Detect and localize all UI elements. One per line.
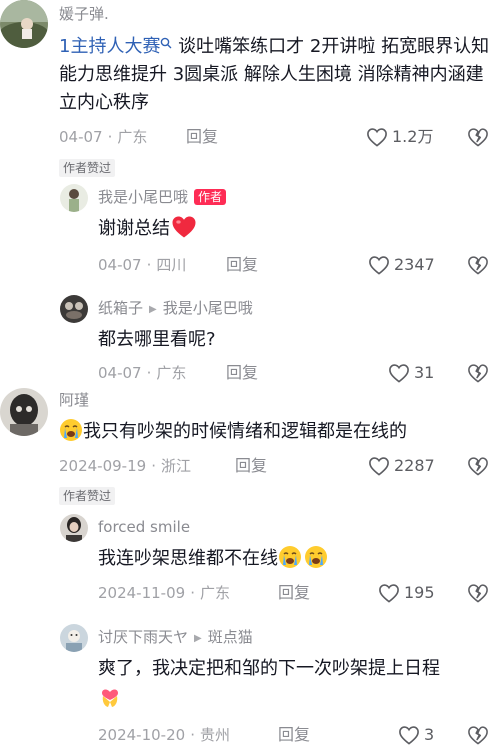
reply-meta: 04-07 · 广东 <box>98 364 187 382</box>
reply-location: 广东 <box>156 364 187 382</box>
reply-button[interactable]: 回复 <box>278 724 310 746</box>
reply-text: 爽了，我决定把和邹的下一次吵架提上日程 <box>98 658 440 679</box>
reply-location: 四川 <box>156 256 187 274</box>
reply-button[interactable]: 回复 <box>235 455 267 477</box>
reply-meta: 04-07 · 四川 <box>98 256 187 274</box>
avatar[interactable] <box>60 514 88 542</box>
reply-username-text[interactable]: 我是小尾巴哦 <box>98 188 188 206</box>
comment-location: 浙江 <box>160 457 191 475</box>
crying-emoji <box>279 546 301 568</box>
reply-to-arrow-icon: ▶ <box>149 304 157 315</box>
comment-meta: 04-07 · 广东 <box>59 128 148 146</box>
reply-text: 我连吵架思维都不在线 <box>98 548 278 569</box>
reply-username-text[interactable]: 纸箱子 <box>98 299 143 317</box>
like-count: 1.2万 <box>392 127 434 146</box>
reply-button[interactable]: 回复 <box>278 582 310 604</box>
comment-username[interactable]: 媛子弹. <box>59 4 109 24</box>
reply-date: 2024-10-20 <box>98 726 186 744</box>
comment-location: 广东 <box>117 128 148 146</box>
hashtag-link[interactable]: 1主持人大赛 <box>59 36 160 57</box>
heart-outline-icon <box>379 584 399 603</box>
reply-text: 谢谢总结 <box>98 218 170 239</box>
reply-username: 讨厌下雨天ヤ ▶ 斑点猫 <box>98 627 253 650</box>
reply-content: 都去哪里看呢? <box>98 329 216 350</box>
reply-location: 贵州 <box>199 726 230 744</box>
heart-outline-icon <box>367 128 387 147</box>
comment-date: 2024-09-19 <box>59 457 147 475</box>
like-count: 31 <box>414 363 435 382</box>
heart-outline-icon <box>369 457 389 476</box>
like-button[interactable]: 3 <box>398 724 434 746</box>
dislike-icon[interactable] <box>467 363 489 383</box>
search-icon[interactable] <box>160 36 172 57</box>
avatar[interactable] <box>60 295 88 323</box>
author-liked-badge: 作者赞过 <box>59 159 116 177</box>
comment-meta: 2024-09-19 · 浙江 <box>59 457 191 475</box>
reply-username-text[interactable]: 讨厌下雨天ヤ <box>98 628 188 646</box>
reply-username[interactable]: forced smile <box>98 517 190 537</box>
heart-hands-emoji <box>102 689 118 707</box>
dislike-icon[interactable] <box>467 255 489 275</box>
reply-date: 04-07 <box>98 364 142 382</box>
dislike-icon[interactable] <box>467 725 489 745</box>
like-button[interactable]: 31 <box>388 362 434 384</box>
reply-to-arrow-icon: ▶ <box>194 633 202 644</box>
dislike-icon[interactable] <box>467 583 489 603</box>
dislike-icon[interactable] <box>467 127 489 147</box>
reply-button[interactable]: 回复 <box>226 362 258 384</box>
reply-location: 广东 <box>199 584 230 602</box>
like-button[interactable]: 195 <box>378 582 435 604</box>
reply-date: 2024-11-09 <box>98 584 186 602</box>
like-count: 195 <box>404 583 435 602</box>
crying-emoji <box>305 546 327 568</box>
reply-to-username[interactable]: 我是小尾巴哦 <box>163 299 253 317</box>
comment-content: 我只有吵架的时候情绪和逻辑都是在线的 <box>59 418 407 446</box>
dislike-icon[interactable] <box>467 456 489 476</box>
like-count: 2287 <box>394 456 435 475</box>
reply-button[interactable]: 回复 <box>226 254 258 276</box>
reply-meta: 2024-10-20 · 贵州 <box>98 726 230 744</box>
heart-outline-icon <box>389 364 409 383</box>
reply-date: 04-07 <box>98 256 142 274</box>
like-count: 3 <box>424 725 435 744</box>
reply-username: 纸箱子 ▶ 我是小尾巴哦 <box>98 298 253 321</box>
like-button[interactable]: 2347 <box>368 254 435 276</box>
reply-button[interactable]: 回复 <box>186 126 218 148</box>
avatar[interactable] <box>60 184 88 212</box>
like-button[interactable]: 1.2万 <box>366 126 433 148</box>
like-count: 2347 <box>394 255 435 274</box>
comment-text: 我只有吵架的时候情绪和逻辑都是在线的 <box>83 421 407 442</box>
reply-meta: 2024-11-09 · 广东 <box>98 584 230 602</box>
crying-emoji <box>60 419 82 441</box>
avatar[interactable] <box>60 624 88 652</box>
comment-username[interactable]: 阿瑾 <box>59 390 89 410</box>
reply-username: 我是小尾巴哦 作者 <box>98 187 227 207</box>
reply-content: 我连吵架思维都不在线 <box>98 545 328 573</box>
comment-date: 04-07 <box>59 128 103 146</box>
heart-outline-icon <box>369 256 389 275</box>
avatar[interactable] <box>0 0 48 48</box>
red-heart-emoji <box>172 216 196 238</box>
avatar[interactable] <box>0 388 48 436</box>
heart-outline-icon <box>399 726 419 745</box>
reply-content: 爽了，我决定把和邹的下一次吵架提上日程 <box>98 655 496 711</box>
comment-content: 1主持人大赛 谈吐嘴笨练口才 2开讲啦 拓宽眼界认知能力思维提升 3圆桌派 解除… <box>59 33 493 117</box>
reply-to-username[interactable]: 斑点猫 <box>208 628 253 646</box>
like-button[interactable]: 2287 <box>368 455 435 477</box>
author-liked-badge: 作者赞过 <box>59 487 116 505</box>
author-tag: 作者 <box>194 189 227 205</box>
reply-content: 谢谢总结 <box>98 215 197 243</box>
